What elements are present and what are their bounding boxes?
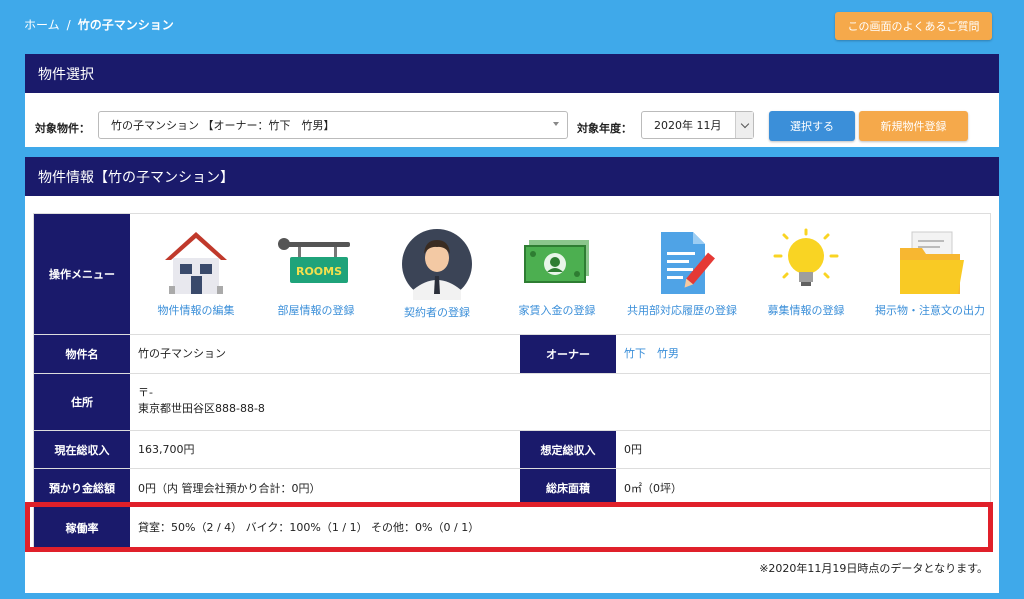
menu-item-edit-property[interactable]: 物件情報の編集 [136,228,256,318]
menu-item-register-rent[interactable]: 家賃入金の登録 [497,228,617,318]
property-label: 対象物件： [35,122,90,135]
income-header: 現在総収入 [34,431,130,468]
menu-item-register-rooms[interactable]: ROOMS 部屋情報の登録 [256,228,376,318]
faq-button[interactable]: この画面のよくあるご質問 [835,12,992,40]
owner-link[interactable]: 竹下 竹男 [624,346,679,362]
top-bar: ホーム / 竹の子マンション この画面のよくあるご質問 [0,0,1024,50]
rooms-sign-text: ROOMS [296,265,342,278]
table-row: 住所 〒- 東京都世田谷区888-88-8 [33,374,991,431]
money-icon [524,240,589,283]
property-select-value: 竹の子マンション 【オーナー：竹下 竹男】 [111,119,335,132]
select-button[interactable]: 選択する [769,111,855,141]
document-pen-icon [661,232,715,294]
property-select-panel: 物件選択 対象物件： 竹の子マンション 【オーナー：竹下 竹男】 対象年度： 2… [25,54,999,147]
menu-item-print-notices[interactable]: 掲示物・注意文の出力 [870,228,990,318]
name-value: 竹の子マンション [138,347,226,360]
income-value: 163,700円 [138,443,195,456]
year-select-value: 2020年 11月 [654,119,722,132]
folder-icon [900,231,964,294]
panel-title: 物件情報【竹の子マンション】 [25,157,999,196]
year-label: 対象年度： [577,122,632,135]
menu-label: 家賃入金の登録 [518,304,596,317]
menu-item-register-contractor[interactable]: 契約者の登録 [377,228,497,320]
table-row: 物件名 竹の子マンション オーナー 竹下 竹男 [33,335,991,374]
menu-label: 募集情報の登録 [767,304,845,317]
expected-income-value: 0円 [624,443,642,456]
address-zip: 〒- [138,386,153,399]
person-icon [402,229,472,300]
menu-label: 物件情報の編集 [157,304,235,317]
menu-row: 操作メニュー 物件情報の編集 ROOMS 部屋情報の登録 契約者の登録 家賃入金… [33,213,991,335]
breadcrumb-home[interactable]: ホーム [24,18,60,32]
name-header: 物件名 [34,335,130,373]
menu-item-common-area-history[interactable]: 共用部対応履歴の登録 [617,228,747,318]
data-date-note: ※2020年11月19日時点のデータとなります。 [759,562,988,575]
menu-label: 部屋情報の登録 [277,304,355,317]
house-icon [165,232,227,294]
breadcrumb-current: 竹の子マンション [77,18,174,32]
menu-label: 掲示物・注意文の出力 [875,304,985,317]
menu-label: 共用部対応履歴の登録 [627,304,737,317]
table-row: 現在総収入 163,700円 想定総収入 0円 [33,431,991,469]
deposit-header: 預かり金総額 [34,469,130,506]
address-value: 東京都世田谷区888-88-8 [138,402,265,415]
deposit-value: 0円（内 管理会社預かり合計：0円） [138,482,321,495]
chevron-down-icon[interactable] [735,112,753,138]
breadcrumb: ホーム / 竹の子マンション [24,16,174,33]
lightbulb-icon [773,228,839,286]
menu-item-register-recruitment[interactable]: 募集情報の登録 [746,228,866,318]
new-property-button[interactable]: 新規物件登録 [859,111,968,141]
panel-title: 物件選択 [25,54,999,93]
rooms-sign-icon: ROOMS [278,238,350,283]
year-select[interactable]: 2020年 11月 [641,111,754,139]
expected-income-header: 想定総収入 [520,431,616,468]
address-header: 住所 [34,374,130,430]
breadcrumb-separator: / [66,18,71,32]
owner-header: オーナー [520,335,616,373]
menu-header: 操作メニュー [34,214,130,334]
property-select[interactable]: 竹の子マンション 【オーナー：竹下 竹男】 [98,111,568,139]
occupancy-highlight-frame [25,502,993,552]
property-select-row: 対象物件： 竹の子マンション 【オーナー：竹下 竹男】 対象年度： 2020年 … [25,111,999,141]
menu-label: 契約者の登録 [404,306,470,319]
caret-down-icon [553,122,559,126]
floor-area-header: 総床面積 [520,469,616,506]
floor-area-value: 0㎡（0坪） [624,482,682,495]
